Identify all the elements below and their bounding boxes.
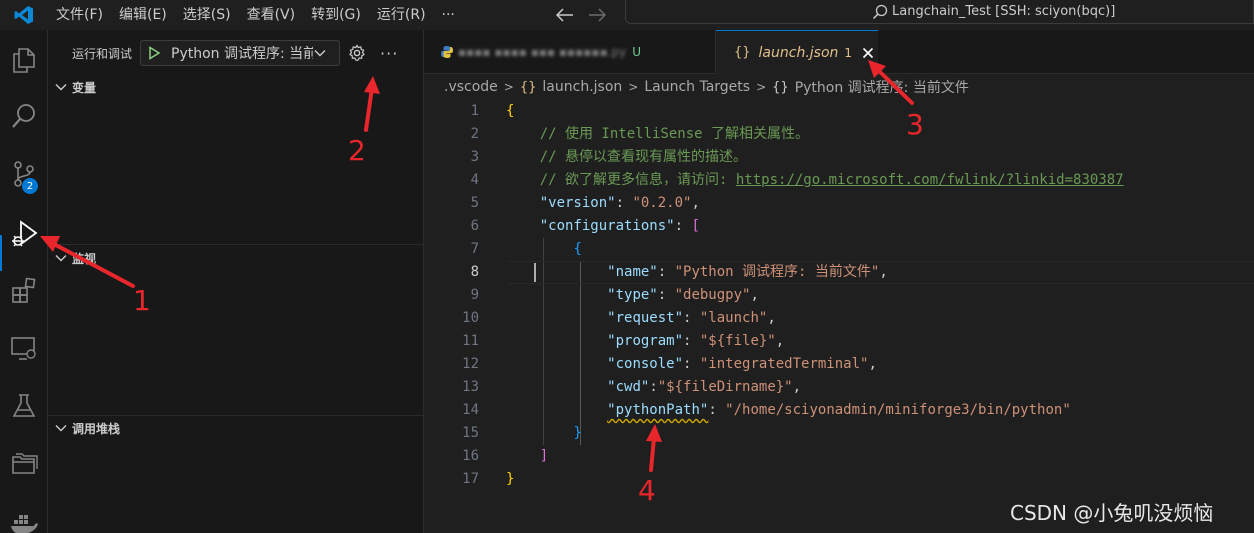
code-line: 10 "request": "launch", xyxy=(462,310,776,326)
back-arrow-icon[interactable] xyxy=(556,8,574,22)
tab-launch-json[interactable]: {} launch.json 1 xyxy=(716,30,878,74)
watch-section-title: 监视 xyxy=(72,251,97,266)
search-icon xyxy=(872,4,888,19)
code-line: 6 "configurations": [ xyxy=(470,218,700,234)
editor-tabs: ▪▪▪▪ ▪▪▪▪ ▪▪▪ ▪▪▪▪▪▪.py U {} launch.json… xyxy=(424,30,1254,74)
chevron-down-icon xyxy=(55,84,67,91)
start-debug-icon[interactable] xyxy=(147,46,161,60)
code-line: 14 "pythonPath": "/home/sciyonadmin/mini… xyxy=(462,402,1071,418)
nav-arrows xyxy=(556,0,606,30)
close-icon[interactable] xyxy=(862,47,874,59)
call-stack-section-header[interactable]: 调用堆栈 xyxy=(48,417,424,439)
debug-config-name: Python 调试程序: 当前文件 xyxy=(171,46,314,62)
annotation-number: 4 xyxy=(638,474,656,507)
chevron-down-icon xyxy=(55,255,67,262)
variables-section-title: 变量 xyxy=(72,80,97,95)
breadcrumb-separator-icon: > xyxy=(756,80,767,94)
code-line: 15 } xyxy=(462,425,582,441)
code-line: 8 "name": "Python 调试程序: 当前文件", xyxy=(470,264,888,280)
code-line: 13 "cwd":"${fileDirname}", xyxy=(462,379,802,395)
python-file-icon xyxy=(441,46,453,58)
untracked-status-badge: U xyxy=(632,45,642,59)
code-line: 2 // 使用 IntelliSense 了解相关属性。 xyxy=(470,126,810,142)
code-line: 3 // 悬停以查看现有属性的描述。 xyxy=(470,149,748,165)
run-debug-title: 运行和调试 xyxy=(72,46,133,61)
menu-bar: 文件(F) 编辑(E) 选择(S) 查看(V) 转到(G) 运行(R) ··· xyxy=(48,0,463,30)
explorer-icon[interactable] xyxy=(0,36,48,84)
code-line: 5 "version": "0.2.0", xyxy=(470,195,700,211)
command-center-label: Langchain_Test [SSH: sciyon(bqc)] xyxy=(892,4,1116,19)
breadcrumb-config-name[interactable]: Python 调试程序: 当前文件 xyxy=(795,77,969,97)
code-line: 16 ] xyxy=(462,448,549,464)
code-line: 17} xyxy=(462,471,515,487)
debug-config-select[interactable]: Python 调试程序: 当前文件 xyxy=(140,40,341,66)
breadcrumb-launch-targets[interactable]: Launch Targets xyxy=(644,79,750,95)
tab-python-file-name: ▪▪▪▪ ▪▪▪▪ ▪▪▪ ▪▪▪▪▪▪.py xyxy=(458,45,627,59)
text-cursor xyxy=(534,263,536,282)
json-file-icon: {} xyxy=(519,79,537,95)
folders-icon[interactable] xyxy=(0,440,48,488)
run-debug-header: 运行和调试 Python 调试程序: 当前文件 ··· xyxy=(48,38,424,68)
breadcrumb-separator-icon: > xyxy=(503,80,514,94)
tab-launch-json-name: launch.json xyxy=(758,44,839,61)
command-center[interactable]: Langchain_Test [SSH: sciyon(bqc)] xyxy=(625,0,1254,24)
menu-file[interactable]: 文件(F) xyxy=(48,0,111,30)
forward-arrow-icon[interactable] xyxy=(588,8,606,22)
annotation-number: 2 xyxy=(348,134,366,167)
docs-link[interactable]: https://go.microsoft.com/fwlink/?linkid=… xyxy=(736,172,1124,188)
code-line: 12 "console": "integratedTerminal", xyxy=(462,356,877,372)
editor-area: ▪▪▪▪ ▪▪▪▪ ▪▪▪ ▪▪▪▪▪▪.py U {} launch.json… xyxy=(424,30,1254,533)
activity-bar: 2 xyxy=(0,30,48,533)
chevron-down-icon xyxy=(314,50,326,57)
breadcrumb-separator-icon: > xyxy=(628,80,639,94)
call-stack-section-title: 调用堆栈 xyxy=(72,421,121,436)
search-icon[interactable] xyxy=(0,92,48,140)
json-file-icon: {} xyxy=(734,45,751,60)
testing-icon[interactable] xyxy=(0,382,48,430)
breadcrumb-vscode[interactable]: .vscode xyxy=(444,79,498,95)
csdn-watermark: CSDN @小兔叽没烦恼 xyxy=(1010,501,1214,525)
title-bar: 文件(F) 编辑(E) 选择(S) 查看(V) 转到(G) 运行(R) ··· … xyxy=(0,0,1254,30)
annotation-number: 1 xyxy=(133,284,151,317)
variables-section-header[interactable]: 变量 xyxy=(48,76,424,98)
run-debug-sidebar: 运行和调试 Python 调试程序: 当前文件 ··· 变量 监视 调用堆栈 xyxy=(48,30,424,533)
menu-edit[interactable]: 编辑(E) xyxy=(111,0,175,30)
annotation-number: 3 xyxy=(906,108,924,141)
breadcrumb: .vscode > {} launch.json > Launch Target… xyxy=(444,76,969,98)
code-line: 7 { xyxy=(470,241,582,257)
source-control-badge: 2 xyxy=(22,178,38,194)
gear-icon[interactable] xyxy=(348,44,366,62)
section-divider xyxy=(48,244,424,245)
menu-go[interactable]: 转到(G) xyxy=(303,0,369,30)
code-line: 9 "type": "debugpy", xyxy=(470,287,759,303)
problems-count-badge: 1 xyxy=(844,45,853,60)
chevron-down-icon xyxy=(55,425,67,432)
extensions-icon[interactable] xyxy=(0,266,48,314)
docker-icon[interactable] xyxy=(0,498,48,533)
code-line: 11 "program": "${file}", xyxy=(462,333,785,349)
more-actions-button[interactable]: ··· xyxy=(380,44,398,63)
section-divider xyxy=(48,415,424,416)
code-line: 4 // 欲了解更多信息，请访问: https://go.microsoft.c… xyxy=(470,172,1124,188)
code-line: 1{ xyxy=(470,103,515,119)
vscode-logo-icon[interactable] xyxy=(0,0,48,30)
remote-explorer-icon[interactable] xyxy=(0,324,48,372)
watch-section-header[interactable]: 监视 xyxy=(48,247,424,269)
menu-run[interactable]: 运行(R) xyxy=(369,0,434,30)
deprecated-property-warning: "pythonPath" xyxy=(607,402,709,418)
breadcrumb-launch-json[interactable]: launch.json xyxy=(542,79,622,95)
object-icon: {} xyxy=(772,79,789,95)
menu-more[interactable]: ··· xyxy=(434,0,463,30)
tab-python-file[interactable]: ▪▪▪▪ ▪▪▪▪ ▪▪▪ ▪▪▪▪▪▪.py U xyxy=(424,30,716,74)
run-debug-icon[interactable] xyxy=(0,210,48,258)
menu-selection[interactable]: 选择(S) xyxy=(175,0,239,30)
menu-view[interactable]: 查看(V) xyxy=(239,0,304,30)
